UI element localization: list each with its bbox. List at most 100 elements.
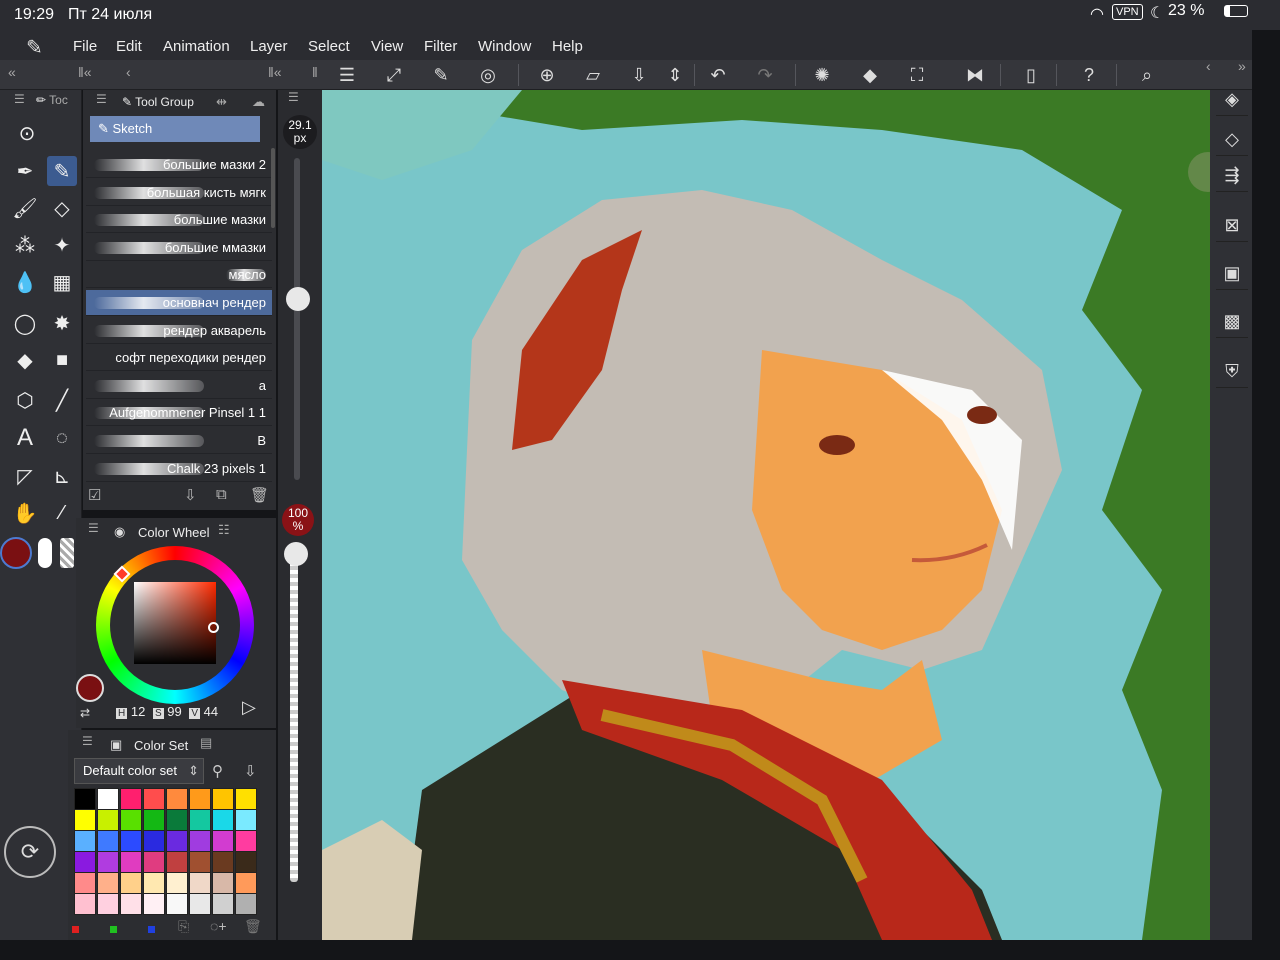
transparent-color-swatch[interactable]	[60, 538, 74, 568]
menu-file[interactable]: File	[73, 38, 97, 55]
download-tool-icon[interactable]: ⊙	[12, 118, 42, 148]
color-swatch[interactable]	[212, 851, 234, 873]
layer-properties-icon[interactable]: ◇	[1216, 124, 1248, 156]
current-color-swatch[interactable]	[76, 674, 104, 702]
pencil-tool-icon[interactable]: ✎	[47, 156, 77, 186]
color-swatch[interactable]	[189, 830, 211, 852]
app-switch-icon[interactable]: ⟳	[4, 826, 56, 878]
navigator-icon[interactable]: ⊠	[1216, 210, 1248, 242]
color-swatch[interactable]	[212, 809, 234, 831]
app-logo-icon[interactable]: ✎	[26, 35, 43, 60]
color-swatch[interactable]	[74, 851, 96, 873]
brush-item-selected[interactable]: основнач рендер	[86, 290, 272, 316]
color-swatch[interactable]	[212, 788, 234, 810]
color-swatch[interactable]	[189, 893, 211, 915]
duplicate-icon[interactable]: ⧉	[216, 486, 227, 503]
redo-icon[interactable]: ↷	[752, 64, 778, 86]
panel-menu-icon[interactable]: ☰	[14, 92, 25, 106]
color-swatch[interactable]	[74, 788, 96, 810]
tool-group-tab[interactable]: ✎ Tool Group	[122, 95, 194, 109]
color-swatch[interactable]	[120, 788, 142, 810]
history-tab-icon[interactable]: ▤	[200, 735, 212, 751]
color-swatch[interactable]	[189, 851, 211, 873]
gradient-tool-icon[interactable]: ■	[47, 345, 77, 375]
import-icon[interactable]: ⇩	[184, 486, 197, 504]
opacity-thumb[interactable]	[284, 542, 308, 566]
brush-item[interactable]: софт переходики рендер	[86, 345, 272, 371]
color-swatch[interactable]	[97, 788, 119, 810]
color-swatch[interactable]	[97, 809, 119, 831]
airbrush-tool-icon[interactable]: ⁂	[10, 230, 40, 260]
chevron-left-icon[interactable]: ‹	[126, 64, 131, 80]
material-icon[interactable]: ▣	[1216, 258, 1248, 290]
collapse-icon[interactable]: ‖«	[268, 64, 282, 80]
color-swatch[interactable]	[212, 893, 234, 915]
brush-size-slider[interactable]	[294, 158, 300, 480]
color-swatch[interactable]	[120, 830, 142, 852]
transform-icon[interactable]: ⛶	[904, 64, 930, 86]
color-swatch[interactable]	[212, 830, 234, 852]
settings-icon[interactable]: ⇹	[216, 94, 227, 110]
companion-icon[interactable]: ◎	[475, 64, 501, 86]
opacity-slider[interactable]	[290, 550, 298, 882]
device-icon[interactable]: ▯	[1018, 64, 1044, 86]
menu-window[interactable]: Window	[478, 38, 531, 55]
delete-color-icon[interactable]: 🗑	[244, 918, 262, 935]
artwork[interactable]	[322, 90, 1210, 940]
line-tool-icon[interactable]: ╱	[47, 385, 77, 415]
undo-icon[interactable]: ↶	[705, 64, 731, 86]
panel-menu-icon[interactable]: ☰	[88, 521, 99, 535]
hand-tool-icon[interactable]: ✋	[10, 498, 40, 528]
color-swatch[interactable]	[235, 788, 257, 810]
subtool-sketch[interactable]: ✎ Sketch	[90, 116, 260, 142]
color-swatch[interactable]	[143, 809, 165, 831]
blend-tool-icon[interactable]: 💧	[10, 267, 40, 297]
brush-item[interactable]: большие мазки 2	[86, 152, 272, 178]
color-swatch[interactable]	[74, 872, 96, 894]
color-swatch[interactable]	[74, 809, 96, 831]
color-swatch[interactable]	[97, 830, 119, 852]
menu-filter[interactable]: Filter	[424, 38, 457, 55]
brush-item[interactable]: большие мазки	[86, 207, 272, 233]
color-swatch[interactable]	[166, 872, 188, 894]
fill-icon[interactable]: ◆	[857, 64, 883, 86]
balloon-tool-icon[interactable]: ◌	[47, 423, 77, 453]
collapse-left-icon[interactable]: «	[8, 64, 16, 80]
color-swatch[interactable]	[143, 788, 165, 810]
eraser-tool-icon[interactable]: ◇	[47, 193, 77, 223]
decoration-tool-icon[interactable]: ✦	[47, 230, 77, 260]
subtool-settings-icon[interactable]: ☑	[88, 486, 101, 504]
brush-item[interactable]: рендер акварель	[86, 318, 272, 344]
hamburger-menu-icon[interactable]: ☰	[334, 64, 360, 86]
history-icon[interactable]: ⇶	[1216, 160, 1248, 192]
scrollbar[interactable]	[271, 148, 275, 228]
grid-tool-icon[interactable]: ▦	[47, 267, 77, 297]
tool-tab[interactable]: ✏ Toc	[36, 93, 68, 107]
color-swatch[interactable]	[235, 851, 257, 873]
brush-item[interactable]: Aufgenommener Pinsel 1 1	[86, 400, 272, 426]
color-swatch[interactable]	[189, 872, 211, 894]
brush-tool-icon[interactable]: 🖌	[10, 193, 40, 223]
lasso-tool-icon[interactable]: ◯	[10, 308, 40, 338]
add-color-icon[interactable]: ◌+	[210, 918, 227, 934]
brush-size-thumb[interactable]	[286, 287, 310, 311]
color-swatch[interactable]	[235, 893, 257, 915]
eyedropper-tool-icon[interactable]: ⁄	[47, 498, 77, 528]
color-swatch[interactable]	[166, 830, 188, 852]
replace-color-icon[interactable]: ⎘	[178, 918, 189, 935]
updown-icon[interactable]: ⇕	[662, 64, 688, 86]
color-swatch[interactable]	[120, 851, 142, 873]
menu-edit[interactable]: Edit	[116, 38, 142, 55]
color-swatch[interactable]	[74, 893, 96, 915]
menu-layer[interactable]: Layer	[250, 38, 288, 55]
color-swatch[interactable]	[143, 830, 165, 852]
brush-item[interactable]: B	[86, 428, 272, 454]
fit-canvas-icon[interactable]: ⤢	[381, 64, 407, 86]
brush-item[interactable]: a	[86, 373, 272, 399]
menu-animation[interactable]: Animation	[163, 38, 230, 55]
color-swatch[interactable]	[166, 788, 188, 810]
color-swatch[interactable]	[97, 893, 119, 915]
collapse-icon[interactable]: ‖«	[78, 64, 92, 80]
reference-icon[interactable]: ⛨	[1216, 356, 1248, 388]
frame-tool-icon[interactable]: ◸	[10, 461, 40, 491]
